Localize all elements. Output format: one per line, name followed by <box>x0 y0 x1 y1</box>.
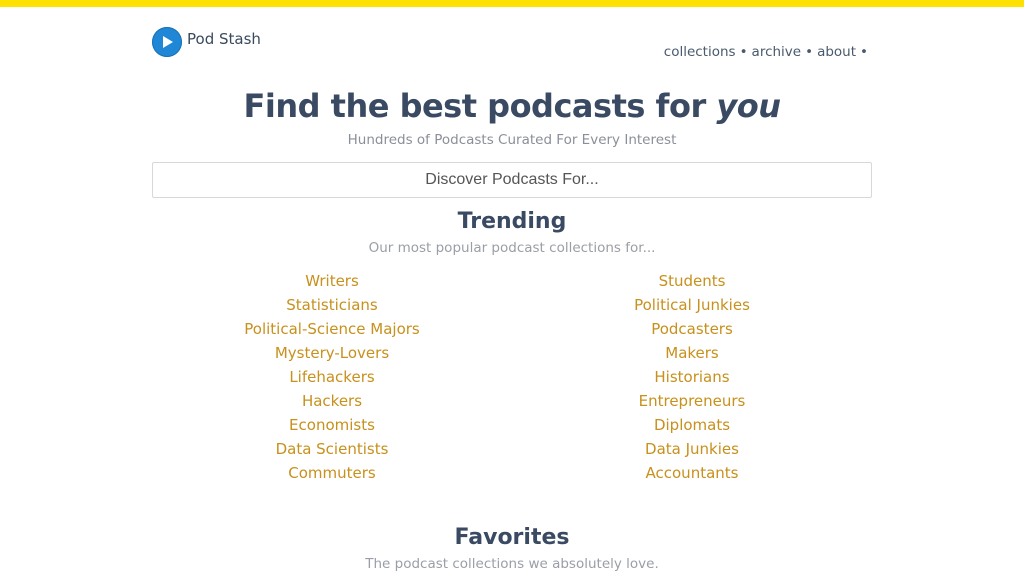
nav-link-collections[interactable]: collections <box>664 44 736 60</box>
collection-link-data-junkies[interactable]: Data Junkies <box>512 437 872 461</box>
favorites-heading: Favorites <box>454 525 570 550</box>
collection-link-lifehackers[interactable]: Lifehackers <box>152 365 512 389</box>
collection-link-writers[interactable]: Writers <box>152 269 512 293</box>
collection-link-entrepreneurs[interactable]: Entrepreneurs <box>512 389 872 413</box>
trending-right-column: Students Political Junkies Podcasters Ma… <box>512 269 872 485</box>
collection-link-hackers[interactable]: Hackers <box>152 389 512 413</box>
collection-link-historians[interactable]: Historians <box>512 365 872 389</box>
nav-link-about[interactable]: about <box>817 44 856 60</box>
collection-link-commuters[interactable]: Commuters <box>152 461 512 485</box>
search-input[interactable] <box>152 162 872 198</box>
page-title-emphasis: you <box>716 87 781 125</box>
collection-link-data-scientists[interactable]: Data Scientists <box>152 437 512 461</box>
collection-link-statisticians[interactable]: Statisticians <box>152 293 512 317</box>
nav-separator: • <box>739 44 748 60</box>
trending-subtitle: Our most popular podcast collections for… <box>368 240 656 256</box>
collection-link-students[interactable]: Students <box>512 269 872 293</box>
nav-link-archive[interactable]: archive <box>752 44 802 60</box>
collection-link-accountants[interactable]: Accountants <box>512 461 872 485</box>
collection-link-podcasters[interactable]: Podcasters <box>512 317 872 341</box>
collection-link-political-junkies[interactable]: Political Junkies <box>512 293 872 317</box>
play-circle-icon <box>152 27 182 57</box>
collection-link-mystery-lovers[interactable]: Mystery-Lovers <box>152 341 512 365</box>
brand-logo-link[interactable]: Pod Stash <box>152 27 261 57</box>
nav-separator: • <box>805 44 814 60</box>
collection-link-economists[interactable]: Economists <box>152 413 512 437</box>
page-subtitle: Hundreds of Podcasts Curated For Every I… <box>347 132 677 148</box>
top-nav: collections • archive • about • <box>664 44 872 60</box>
collection-link-diplomats[interactable]: Diplomats <box>512 413 872 437</box>
page-title-text: Find the best podcasts for <box>243 87 717 125</box>
collection-link-political-science-majors[interactable]: Political-Science Majors <box>152 317 512 341</box>
collection-link-makers[interactable]: Makers <box>512 341 872 365</box>
top-accent-bar <box>0 0 1024 7</box>
brand-name: Pod Stash <box>187 29 261 48</box>
page-title: Find the best podcasts for you <box>152 87 872 125</box>
trending-left-column: Writers Statisticians Political-Science … <box>152 269 512 485</box>
nav-separator: • <box>860 44 868 60</box>
favorites-subtitle: The podcast collections we absolutely lo… <box>365 556 659 572</box>
trending-heading: Trending <box>457 209 567 234</box>
